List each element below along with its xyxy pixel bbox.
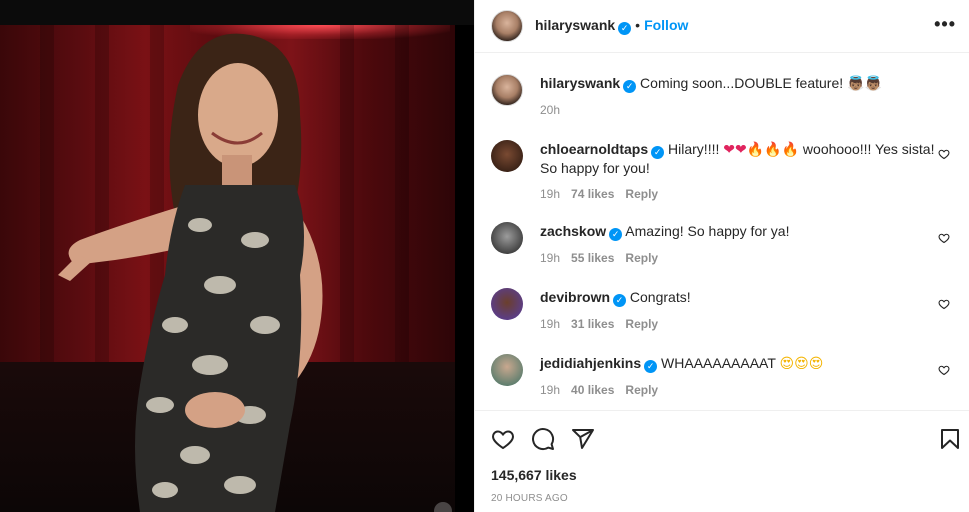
verified-badge-icon: ✓ — [609, 228, 623, 241]
comment-time: 19h — [540, 251, 561, 265]
caption-username[interactable]: hilaryswank — [540, 75, 620, 91]
commenter-avatar[interactable] — [491, 354, 523, 386]
comment-time: 19h — [540, 383, 561, 397]
comment-username[interactable]: zachskow — [540, 223, 606, 239]
verified-badge-icon: ✓ — [644, 360, 658, 373]
comment-time: 19h — [540, 187, 561, 201]
share-icon[interactable] — [571, 427, 595, 451]
comment-time: 19h — [540, 317, 561, 331]
comment-icon[interactable] — [531, 427, 555, 451]
media-top-bar — [0, 0, 474, 25]
reply-button[interactable]: Reply — [625, 383, 658, 397]
comment-likes[interactable]: 31 likes — [571, 317, 614, 331]
caption-avatar[interactable] — [491, 74, 523, 106]
comment-username[interactable]: chloearnoldtaps — [540, 141, 648, 157]
reply-button[interactable]: Reply — [625, 187, 658, 201]
bookmark-icon[interactable] — [938, 427, 962, 451]
comment-likes[interactable]: 40 likes — [571, 383, 614, 397]
separator-dot: • — [635, 17, 641, 33]
post-media — [0, 0, 474, 512]
woman-figure-image — [58, 33, 323, 512]
comment-likes[interactable]: 55 likes — [571, 251, 614, 265]
comment-like-heart-icon[interactable] — [938, 298, 950, 310]
comment-text: Amazing! So happy for ya! — [625, 223, 790, 239]
comment-text: Hilary!!!! — [668, 141, 720, 157]
reply-button[interactable]: Reply — [625, 251, 658, 265]
caption-text: Coming soon...DOUBLE feature! — [640, 75, 844, 91]
commenter-avatar[interactable] — [491, 222, 523, 254]
comment-username[interactable]: jedidiahjenkins — [540, 355, 641, 371]
heart-icon[interactable] — [491, 427, 515, 451]
post-photo — [0, 25, 455, 512]
comment-like-heart-icon[interactable] — [938, 232, 950, 244]
verified-badge-icon: ✓ — [613, 294, 627, 307]
author-avatar[interactable] — [491, 10, 523, 42]
author-username[interactable]: hilaryswank — [535, 17, 615, 33]
comment-like-heart-icon[interactable] — [938, 148, 950, 160]
verified-badge-icon: ✓ — [618, 22, 632, 35]
heart-emoji-icon: ❤❤ — [723, 142, 747, 158]
comment-like-heart-icon[interactable] — [938, 364, 950, 376]
comment-text: WHAAAAAAAAAT — [661, 355, 776, 371]
follow-button[interactable]: Follow — [644, 17, 688, 33]
heart-eyes-emoji-icon: 😍😍😍 — [779, 356, 824, 372]
post-actions: 145,667 likes 20 HOURS AGO — [475, 410, 969, 512]
verified-badge-icon: ✓ — [623, 80, 637, 93]
post-header: hilaryswank ✓ • Follow ••• — [475, 0, 969, 53]
verified-badge-icon: ✓ — [651, 146, 665, 159]
post-side-panel: hilaryswank ✓ • Follow ••• hilaryswank ✓ Com… — [474, 0, 969, 512]
caption-time: 20h — [540, 103, 561, 117]
commenter-avatar[interactable] — [491, 140, 523, 172]
angel-emoji-icon: 👼🏽👼🏽 — [847, 76, 882, 92]
comment-username[interactable]: devibrown — [540, 289, 610, 305]
commenter-avatar[interactable] — [491, 288, 523, 320]
fire-emoji-icon: 🔥🔥🔥 — [746, 142, 800, 158]
comment-likes[interactable]: 74 likes — [571, 187, 614, 201]
comment-text: Congrats! — [629, 289, 691, 305]
likes-count[interactable]: 145,667 likes — [491, 467, 577, 483]
post-timestamp: 20 HOURS AGO — [491, 493, 568, 504]
more-options-icon[interactable]: ••• — [934, 14, 956, 35]
reply-button[interactable]: Reply — [625, 317, 658, 331]
